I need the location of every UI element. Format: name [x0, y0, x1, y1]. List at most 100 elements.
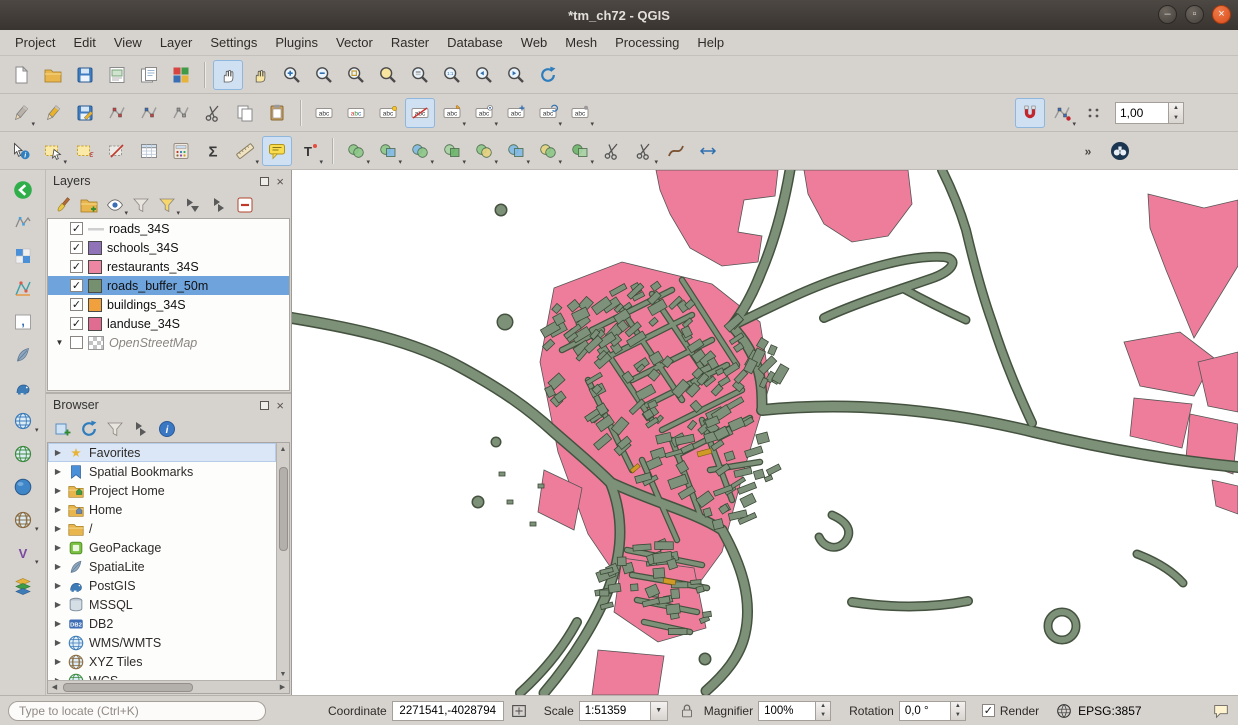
field-calculator-button[interactable] [166, 136, 196, 166]
vscroll-thumb[interactable] [279, 467, 288, 551]
browser-item-wcs[interactable]: ▶WCS [48, 671, 276, 680]
menu-project[interactable]: Project [6, 32, 64, 53]
messages-icon[interactable] [1212, 702, 1230, 720]
menu-processing[interactable]: Processing [606, 32, 688, 53]
split-parts-button[interactable]: ▾ [629, 136, 659, 166]
show-hide-labels-button[interactable]: abc▾ [469, 98, 499, 128]
change-label-properties-button[interactable]: abc▾ [565, 98, 595, 128]
digitize-circle-3points-button[interactable]: ▾ [373, 136, 403, 166]
text-annotation-button[interactable]: T▾ [294, 136, 324, 166]
rotation-input[interactable] [899, 701, 951, 721]
offset-curve-button[interactable] [693, 136, 723, 166]
tree-expander[interactable]: ▶ [53, 524, 63, 533]
style-manager-button[interactable] [166, 60, 196, 90]
filter-browser-button[interactable] [104, 418, 126, 440]
highlight-pinned-labels-button[interactable]: abc [373, 98, 403, 128]
layer-visibility-checkbox[interactable] [70, 317, 83, 330]
titlebar[interactable]: *tm_ch72 - QGIS –▫× [0, 0, 1238, 30]
digitize-ellipse-extent-button[interactable]: ▾ [469, 136, 499, 166]
filter-by-expression-button[interactable]: ▾ [156, 194, 178, 216]
minimize-button[interactable]: – [1158, 5, 1177, 24]
menu-layer[interactable]: Layer [151, 32, 202, 53]
add-wcs-layer-button[interactable] [6, 440, 40, 467]
locate-input[interactable] [8, 701, 266, 721]
add-vector-layer-button[interactable] [6, 209, 40, 236]
zoom-to-selection-button[interactable] [373, 60, 403, 90]
enable-snapping-button[interactable] [1015, 98, 1045, 128]
zoom-out-button[interactable] [309, 60, 339, 90]
reshape-features-button[interactable] [661, 136, 691, 166]
browser-item-xyz-tiles[interactable]: ▶XYZ Tiles [48, 652, 276, 671]
layer-visibility-checkbox[interactable] [70, 241, 83, 254]
tree-expander[interactable]: ▶ [53, 619, 63, 628]
pan-map-button[interactable] [213, 60, 243, 90]
layer-item-buildings_34S[interactable]: buildings_34S [48, 295, 289, 314]
toggle-unplaced-labels-button[interactable]: abc [405, 98, 435, 128]
scale-dropdown-button[interactable]: ▼ [651, 701, 668, 721]
browser-item-project-home[interactable]: ▶Project Home [48, 481, 276, 500]
menu-database[interactable]: Database [438, 32, 512, 53]
deselect-features-button[interactable] [102, 136, 132, 166]
add-mesh-layer-button[interactable] [6, 275, 40, 302]
tree-expander[interactable]: ▶ [53, 486, 63, 495]
layer-item-landuse_34S[interactable]: landuse_34S [48, 314, 289, 333]
add-delimited-text-layer-button[interactable]: , [6, 308, 40, 335]
scroll-up-button[interactable]: ▲ [277, 443, 290, 455]
zoom-next-button[interactable] [501, 60, 531, 90]
browser-item-spatial-bookmarks[interactable]: ▶Spatial Bookmarks [48, 462, 276, 481]
current-edits-button[interactable]: ▾ [6, 98, 36, 128]
layer-labeling-options-button[interactable]: abc [309, 98, 339, 128]
add-pointcloud-layer-button[interactable] [6, 572, 40, 599]
layer-visibility-checkbox[interactable] [70, 336, 83, 349]
add-wfs-layer-button[interactable] [6, 473, 40, 500]
pin-unpin-labels-button[interactable]: abc▾ [437, 98, 467, 128]
hscroll-thumb[interactable] [63, 683, 193, 692]
new-project-button[interactable] [6, 60, 36, 90]
layer-diagram-options-button[interactable]: abc [341, 98, 371, 128]
split-features-button[interactable] [597, 136, 627, 166]
tree-expander[interactable]: ▶ [53, 505, 63, 514]
modify-attributes-button[interactable] [166, 98, 196, 128]
zoom-last-button[interactable] [469, 60, 499, 90]
map-tips-button[interactable] [262, 136, 292, 166]
zoom-in-button[interactable] [277, 60, 307, 90]
rotate-label-button[interactable]: abc▾ [533, 98, 563, 128]
tree-expander[interactable]: ▶ [53, 448, 63, 457]
scroll-down-button[interactable]: ▼ [277, 668, 290, 680]
menu-settings[interactable]: Settings [201, 32, 266, 53]
coordinate-input[interactable] [392, 701, 504, 721]
manage-map-themes-button[interactable]: ▾ [104, 194, 126, 216]
toggle-editing-button[interactable] [38, 98, 68, 128]
save-layer-edits-button[interactable] [70, 98, 100, 128]
tree-expander[interactable]: ▶ [53, 581, 63, 590]
data-source-manager-button[interactable] [6, 176, 40, 203]
refresh-browser-button[interactable] [78, 418, 100, 440]
digitize-rectangle-extent-button[interactable]: ▾ [501, 136, 531, 166]
add-xyz-layer-button[interactable]: ▾ [6, 506, 40, 533]
add-virtual-layer-button[interactable]: V▾ [6, 539, 40, 566]
map-canvas[interactable] [292, 170, 1238, 695]
add-feature-button[interactable] [102, 98, 132, 128]
cut-features-button[interactable] [198, 98, 228, 128]
layer-visibility-checkbox[interactable] [70, 222, 83, 235]
scroll-right-button[interactable]: ▶ [276, 681, 289, 693]
zoom-native-resolution-button[interactable]: 1:1 [437, 60, 467, 90]
layer-visibility-checkbox[interactable] [70, 260, 83, 273]
crs-status-button[interactable]: EPSG:3857 [1078, 704, 1141, 718]
float-panel-button[interactable] [260, 177, 269, 186]
tree-expander[interactable]: ▶ [53, 467, 63, 476]
tracing-offset-input[interactable] [1115, 102, 1169, 124]
menu-mesh[interactable]: Mesh [556, 32, 606, 53]
tracing-offset-stepper[interactable]: ▲▼ [1169, 102, 1184, 124]
digitize-regular-polygon-button[interactable]: ▾ [565, 136, 595, 166]
scroll-left-button[interactable]: ◀ [48, 681, 61, 693]
menu-view[interactable]: View [105, 32, 151, 53]
add-group-button[interactable] [78, 194, 100, 216]
menu-web[interactable]: Web [512, 32, 557, 53]
expand-all-button[interactable] [182, 194, 204, 216]
select-by-expression-button[interactable]: ε [70, 136, 100, 166]
add-wms-layer-button[interactable]: ▾ [6, 407, 40, 434]
vertex-tool-button[interactable] [134, 98, 164, 128]
open-project-button[interactable] [38, 60, 68, 90]
layer-expander[interactable]: ▼ [54, 338, 65, 347]
